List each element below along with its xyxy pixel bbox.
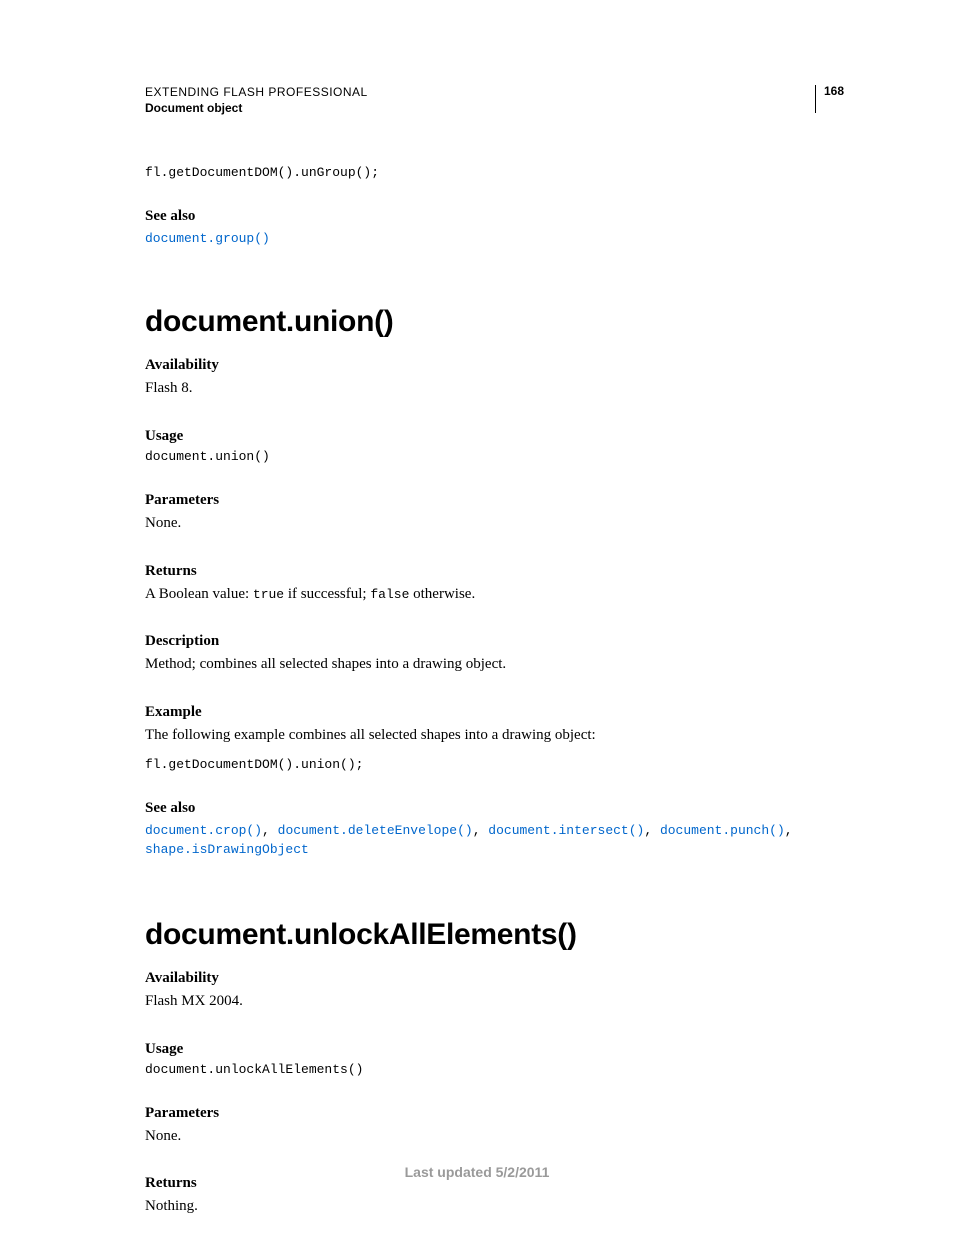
- heading-document-union: document.union(): [145, 305, 844, 339]
- returns-value-2: Nothing.: [145, 1196, 844, 1218]
- returns-label: Returns: [145, 563, 844, 580]
- see-also-link-row: document.group(): [145, 229, 844, 247]
- parameters-label: Parameters: [145, 492, 844, 509]
- returns-prefix: A Boolean value:: [145, 586, 253, 602]
- availability-label-2: Availability: [145, 970, 844, 987]
- usage-code-2: document.unlockAllElements(): [145, 1062, 844, 1077]
- description-value: Method; combines all selected shapes int…: [145, 654, 844, 676]
- example-label: Example: [145, 704, 844, 721]
- usage-code: document.union(): [145, 449, 844, 464]
- see-also-label-2: See also: [145, 800, 844, 817]
- header-left-block: EXTENDING FLASH PROFESSIONAL Document ob…: [145, 85, 368, 115]
- returns-mid: if successful;: [284, 586, 370, 602]
- availability-value-2: Flash MX 2004.: [145, 991, 844, 1013]
- link-document-punch[interactable]: document.punch(): [660, 823, 785, 838]
- returns-true: true: [253, 587, 284, 602]
- parameters-label-2: Parameters: [145, 1105, 844, 1122]
- page-container: EXTENDING FLASH PROFESSIONAL Document ob…: [0, 0, 954, 1235]
- code-sample-top: fl.getDocumentDOM().unGroup();: [145, 165, 844, 180]
- parameters-value: None.: [145, 513, 844, 535]
- availability-label: Availability: [145, 357, 844, 374]
- link-document-crop[interactable]: document.crop(): [145, 823, 262, 838]
- header-row: EXTENDING FLASH PROFESSIONAL Document ob…: [145, 85, 844, 115]
- link-document-intersect[interactable]: document.intersect(): [488, 823, 644, 838]
- returns-suffix: otherwise.: [409, 586, 475, 602]
- heading-document-unlockallelements: document.unlockAllElements(): [145, 918, 844, 952]
- usage-label-2: Usage: [145, 1041, 844, 1058]
- returns-false: false: [370, 587, 409, 602]
- parameters-value-2: None.: [145, 1126, 844, 1148]
- link-document-group[interactable]: document.group(): [145, 231, 270, 246]
- see-also-links-row: document.crop(), document.deleteEnvelope…: [145, 821, 844, 860]
- footer-last-updated: Last updated 5/2/2011: [0, 1164, 954, 1180]
- usage-label: Usage: [145, 428, 844, 445]
- returns-value: A Boolean value: true if successful; fal…: [145, 584, 844, 606]
- example-code: fl.getDocumentDOM().union();: [145, 757, 844, 772]
- link-document-deleteenvelope[interactable]: document.deleteEnvelope(): [278, 823, 473, 838]
- doc-header-title: EXTENDING FLASH PROFESSIONAL: [145, 85, 368, 99]
- description-label: Description: [145, 633, 844, 650]
- page-number: 168: [815, 85, 844, 113]
- see-also-label: See also: [145, 208, 844, 225]
- link-shape-isdrawingobject[interactable]: shape.isDrawingObject: [145, 842, 309, 857]
- availability-value: Flash 8.: [145, 378, 844, 400]
- example-text: The following example combines all selec…: [145, 725, 844, 747]
- doc-header-subtitle: Document object: [145, 101, 368, 115]
